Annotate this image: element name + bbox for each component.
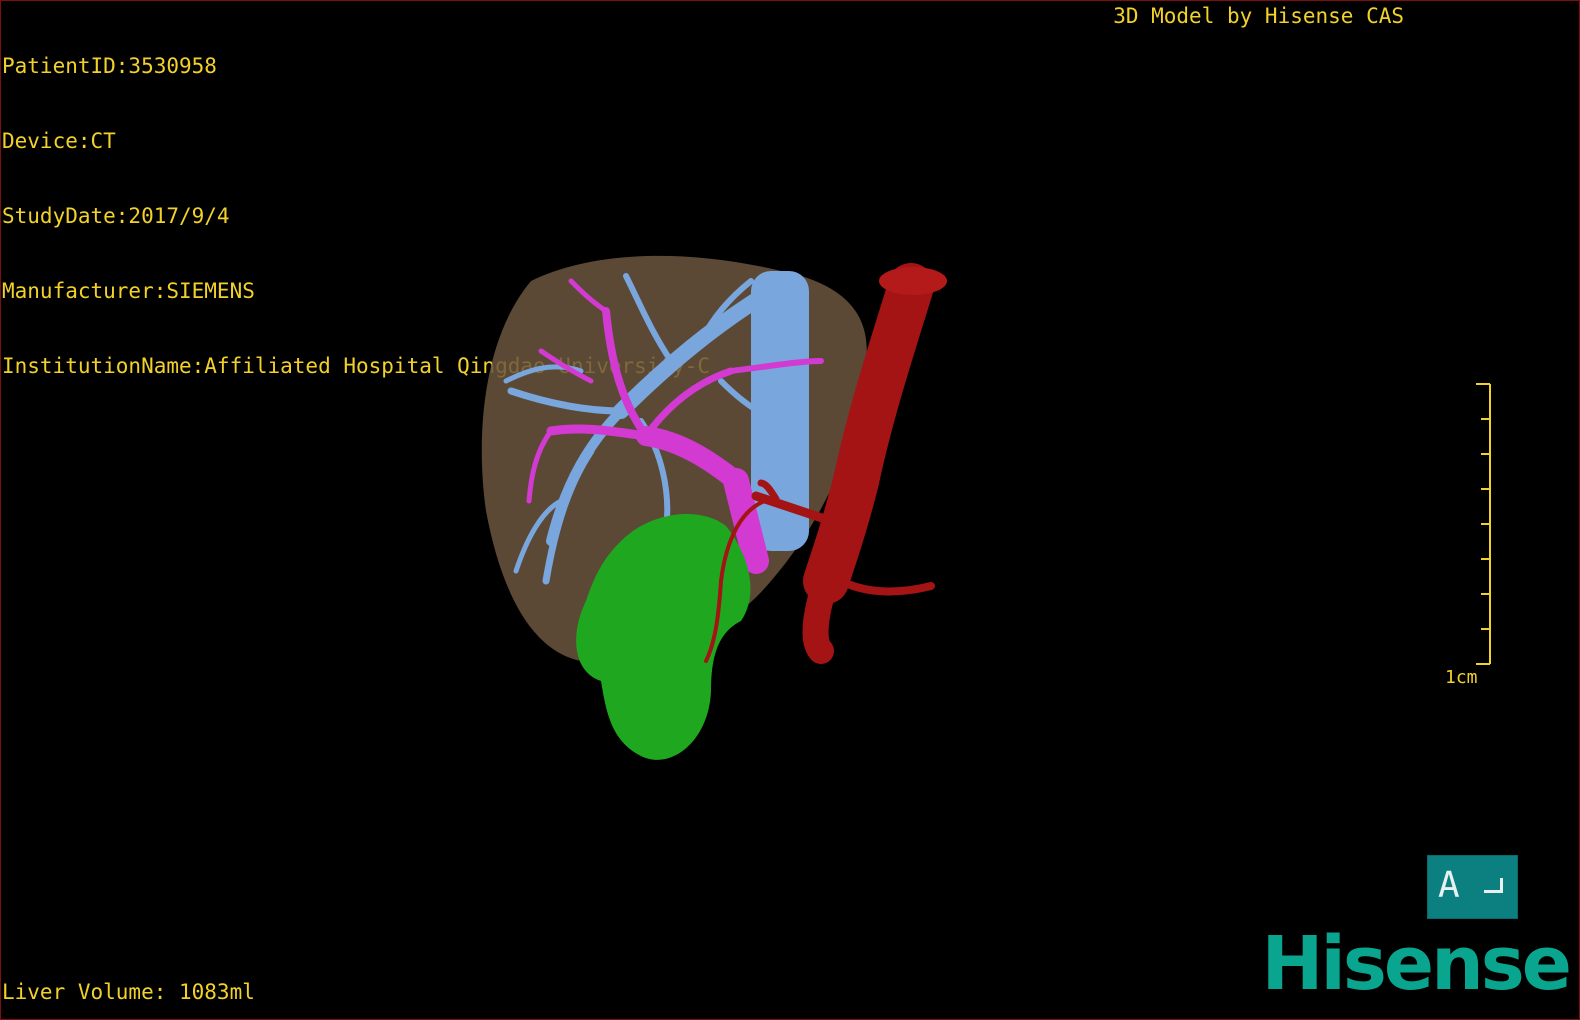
device: Device:CT xyxy=(2,129,116,153)
study-date: StudyDate:2017/9/4 xyxy=(2,204,230,228)
3d-viewport[interactable]: PatientID:3530958 Device:CT StudyDate:20… xyxy=(0,0,1580,1020)
liver-volume: Liver Volume: 1083ml xyxy=(2,980,255,1004)
patient-id: PatientID:3530958 xyxy=(2,54,217,78)
scale-label: 1cm xyxy=(1445,667,1478,688)
liver-3d-model[interactable] xyxy=(471,251,971,771)
scale-bar xyxy=(1476,383,1491,665)
orientation-axis-icon xyxy=(1484,878,1503,893)
orientation-letter: A xyxy=(1438,865,1460,906)
hisense-logo: Hisense xyxy=(1261,921,1572,1007)
orientation-indicator[interactable]: A xyxy=(1427,855,1518,919)
model-credit: 3D Model by Hisense CAS xyxy=(1113,4,1404,28)
